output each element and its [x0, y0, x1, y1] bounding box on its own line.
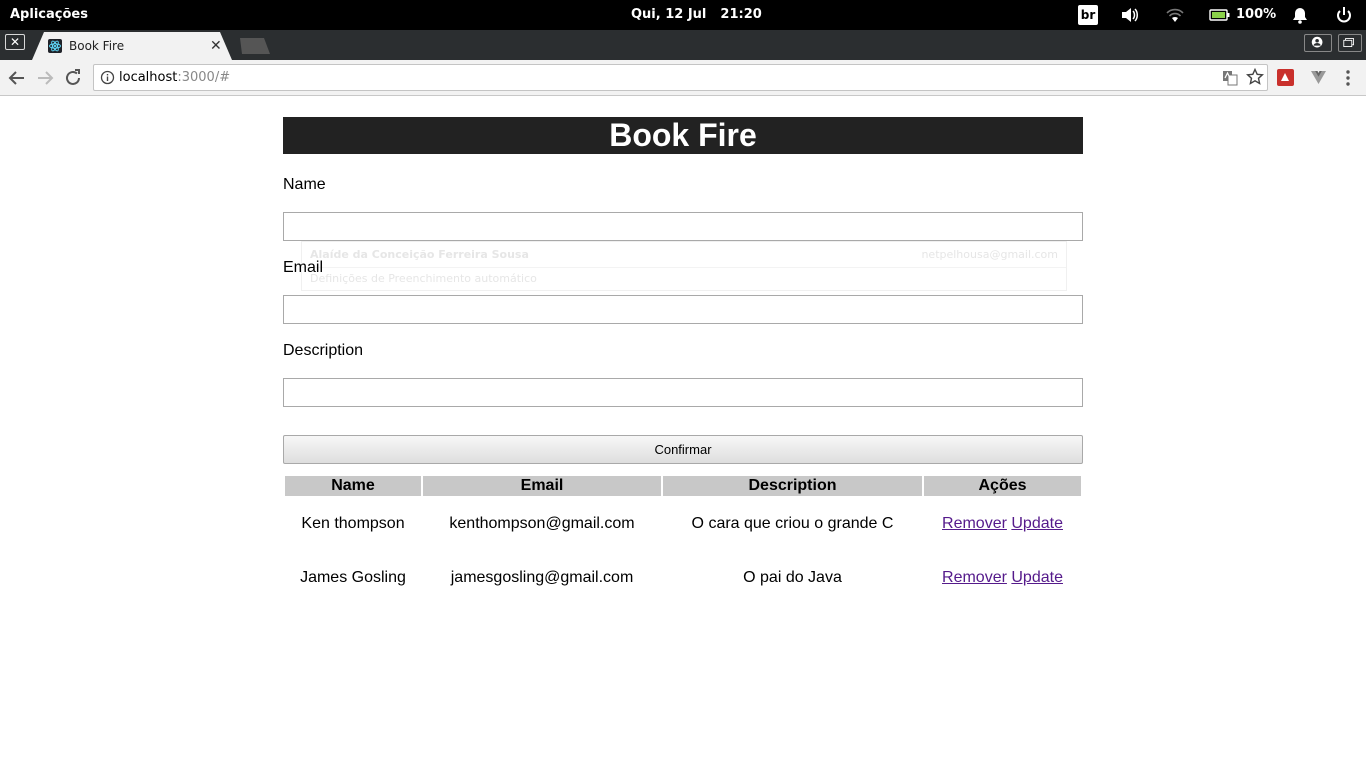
system-top-bar: Aplicações Qui, 12 Jul 21:20 br 100%	[0, 0, 1366, 30]
clock-date: Qui, 12 Jul	[631, 7, 707, 22]
autofill-dropdown[interactable]: Alaíde da Conceição Ferreira Sousa netpe…	[301, 241, 1067, 291]
browser-menu-icon[interactable]	[1342, 69, 1354, 87]
page-title: Book Fire	[283, 117, 1083, 154]
column-header-description: Description	[663, 476, 922, 496]
cell-email: jamesgosling@gmail.com	[450, 569, 634, 586]
table-header-row: Name Email Description Ações	[285, 476, 1081, 496]
cell-description: O pai do Java	[743, 569, 842, 586]
vue-devtools-icon[interactable]	[1310, 69, 1327, 86]
extension-icon[interactable]	[1277, 69, 1294, 86]
address-bar[interactable]: localhost:3000/#	[93, 64, 1268, 91]
name-input[interactable]	[283, 212, 1083, 241]
browser-toolbar: localhost:3000/#	[0, 60, 1366, 96]
power-icon[interactable]	[1334, 6, 1354, 24]
new-tab-button[interactable]	[240, 38, 270, 54]
contacts-table: Name Email Description Ações Ken thompso…	[283, 474, 1083, 606]
profile-icon	[1311, 36, 1323, 48]
autofill-settings-link[interactable]: Definições de Preenchimento automático	[310, 272, 537, 285]
translate-icon[interactable]	[1222, 70, 1238, 86]
update-link[interactable]: Update	[1011, 569, 1063, 586]
battery-percent: 100%	[1236, 7, 1277, 22]
description-input[interactable]	[283, 378, 1083, 407]
confirm-button[interactable]: Confirmar	[283, 435, 1083, 464]
autofill-divider	[302, 267, 1066, 268]
battery-icon[interactable]	[1209, 6, 1231, 24]
remove-link[interactable]: Remover	[942, 569, 1007, 586]
volume-icon[interactable]	[1120, 6, 1140, 24]
update-link[interactable]: Update	[1011, 515, 1063, 532]
cell-actions: Remover Update	[924, 498, 1081, 550]
cell-description: O cara que criou o grande C	[691, 515, 894, 532]
cell-actions: Remover Update	[924, 552, 1081, 604]
cell-name: James Gosling	[300, 569, 406, 586]
column-header-actions: Ações	[924, 476, 1081, 496]
name-label: Name	[283, 176, 326, 193]
keyboard-layout-indicator[interactable]: br	[1078, 5, 1098, 25]
remove-link[interactable]: Remover	[942, 515, 1007, 532]
forward-arrow-icon[interactable]	[34, 67, 56, 89]
cell-name: Ken thompson	[301, 515, 405, 532]
wifi-icon[interactable]	[1165, 6, 1185, 24]
back-arrow-icon[interactable]	[6, 67, 28, 89]
extension-badge-icon	[1281, 73, 1289, 81]
tab-title: Book Fire	[69, 39, 125, 53]
url-text: localhost:3000/#	[119, 70, 230, 85]
description-label: Description	[283, 342, 364, 359]
email-input[interactable]	[283, 295, 1083, 324]
react-favicon-icon	[48, 39, 62, 53]
autofill-suggestion-email: netpelhousa@gmail.com	[921, 248, 1058, 261]
notifications-bell-icon[interactable]	[1290, 6, 1310, 24]
reload-icon[interactable]	[62, 67, 84, 89]
url-path: :3000/#	[177, 70, 231, 85]
column-header-name: Name	[285, 476, 421, 496]
cell-email: kenthompson@gmail.com	[449, 515, 635, 532]
email-label: Email	[283, 259, 324, 276]
applications-menu[interactable]: Aplicações	[10, 7, 88, 22]
clock-time: 21:20	[720, 7, 762, 22]
restore-icon	[1343, 38, 1354, 47]
url-host: localhost	[119, 70, 178, 85]
tab-book-fire[interactable]: Book Fire ✕	[32, 32, 232, 60]
tab-close-icon[interactable]: ✕	[210, 37, 222, 54]
table-row: James Gosling jamesgosling@gmail.com O p…	[285, 552, 1081, 604]
column-header-email: Email	[423, 476, 661, 496]
site-info-icon[interactable]	[100, 70, 115, 85]
bookmark-star-icon[interactable]	[1246, 68, 1264, 86]
autofill-suggestion-name[interactable]: Alaíde da Conceição Ferreira Sousa	[310, 248, 529, 261]
clock[interactable]: Qui, 12 Jul 21:20	[631, 7, 776, 22]
restore-window-button[interactable]	[1338, 34, 1362, 52]
table-row: Ken thompson kenthompson@gmail.com O car…	[285, 498, 1081, 550]
close-window-button[interactable]: ✕	[5, 34, 25, 50]
profile-button[interactable]	[1304, 34, 1332, 52]
browser-tab-strip: ✕ Book Fire ✕	[0, 30, 1366, 60]
web-page: Book Fire Name Alaíde da Conceição Ferre…	[0, 97, 1366, 768]
